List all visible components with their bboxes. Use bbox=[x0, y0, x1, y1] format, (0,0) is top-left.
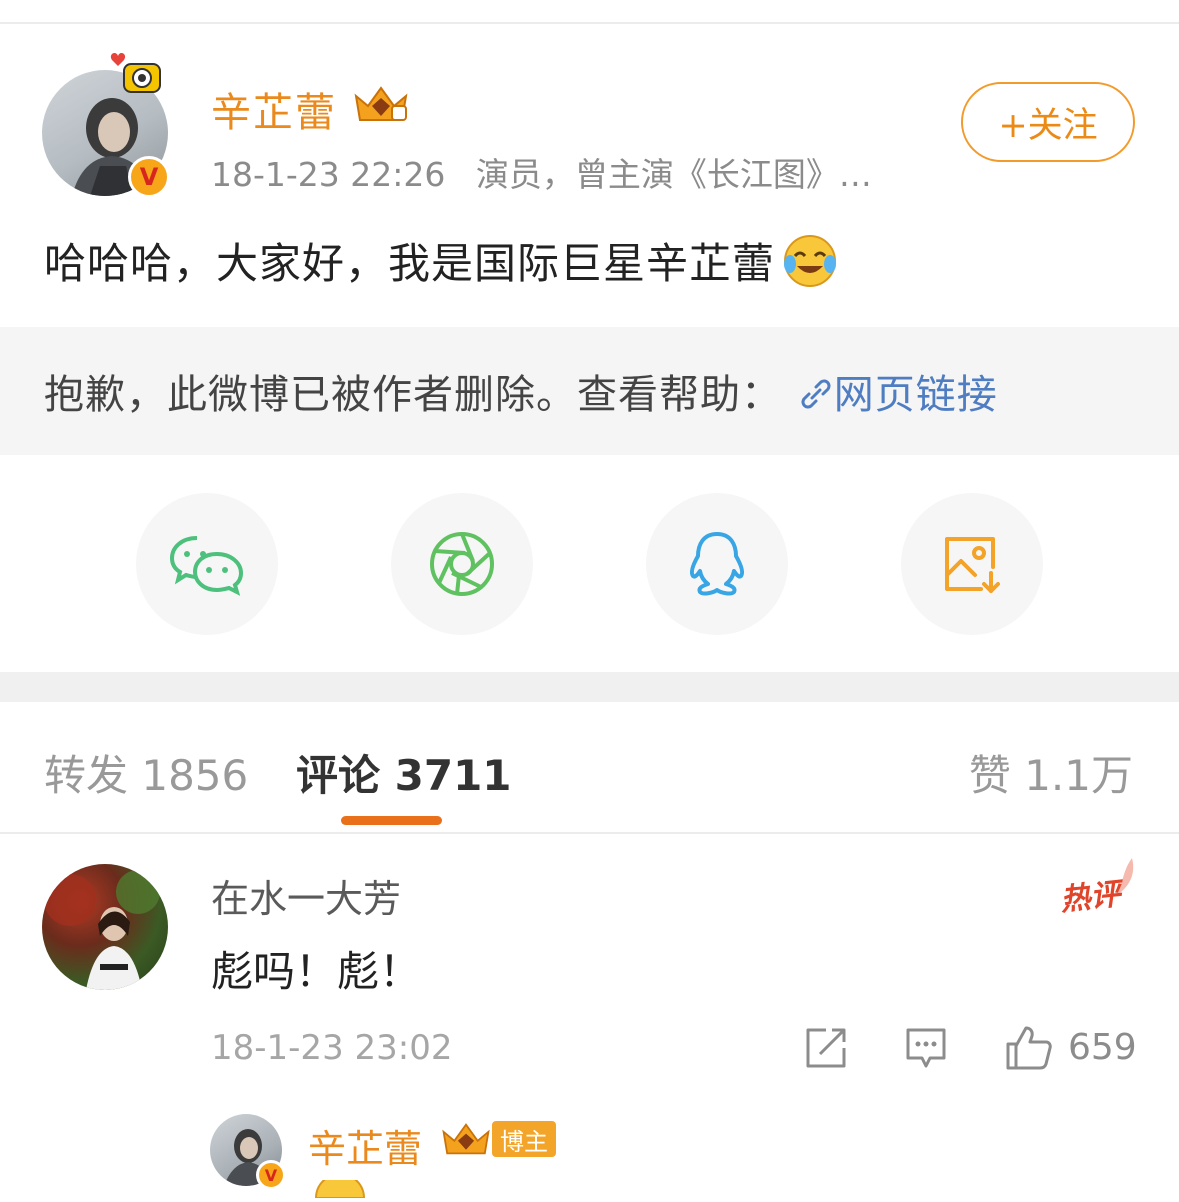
verified-badge: V bbox=[128, 156, 170, 198]
repost-icon bbox=[806, 1028, 846, 1068]
tab-comment[interactable]: 评论 3711 bbox=[296, 742, 512, 803]
web-link-label: 网页链接 bbox=[833, 372, 998, 418]
author-bio: 演员，曾主演《长江图》… bbox=[475, 155, 872, 194]
save-image-button[interactable] bbox=[901, 493, 1043, 635]
share-qq-button[interactable] bbox=[646, 493, 788, 635]
vip-crown-icon bbox=[352, 82, 410, 130]
qq-icon bbox=[689, 532, 745, 596]
like-comment-button[interactable]: 659 bbox=[1004, 1024, 1137, 1070]
deleted-text: 抱歉，此微博已被作者删除。查看帮助： bbox=[44, 372, 782, 418]
share-wechat-button[interactable] bbox=[136, 493, 278, 635]
commenter-name[interactable]: 在水一大芳 bbox=[211, 868, 401, 923]
post-meta: 18-1-23 22:26 演员，曾主演《长江图》… bbox=[211, 148, 872, 196]
reply-author-name[interactable]: 辛芷蕾 bbox=[308, 1118, 422, 1173]
commenter-avatar[interactable] bbox=[42, 864, 168, 990]
avatar-photo bbox=[44, 870, 160, 990]
author-name[interactable]: 辛芷蕾 bbox=[211, 80, 337, 138]
repost-comment-button[interactable] bbox=[804, 1026, 848, 1074]
tabs-divider bbox=[0, 832, 1179, 834]
camera-sticker-icon bbox=[106, 50, 162, 98]
hot-comment-badge: 热评 bbox=[1058, 856, 1138, 918]
link-icon bbox=[801, 379, 831, 409]
author-badge: 博主 bbox=[492, 1121, 556, 1157]
tab-like[interactable]: 赞 1.1万 bbox=[969, 742, 1133, 803]
wechat-icon bbox=[169, 536, 244, 596]
like-count: 659 bbox=[1068, 1026, 1137, 1068]
top-divider bbox=[0, 22, 1179, 24]
comment-text: 彪吗！彪！ bbox=[211, 947, 422, 996]
vip-crown-icon bbox=[442, 1123, 490, 1155]
web-link[interactable]: 网页链接 bbox=[796, 372, 998, 418]
reply-verified-badge: V bbox=[256, 1160, 286, 1190]
reply-comment-button[interactable] bbox=[904, 1026, 948, 1074]
reply-emoji-icon bbox=[314, 1173, 366, 1202]
tab-repost[interactable]: 转发 1856 bbox=[44, 742, 248, 803]
follow-button[interactable]: +关注 bbox=[961, 82, 1135, 162]
laugh-cry-emoji-icon bbox=[781, 232, 839, 290]
reply-author-badges: 博主 bbox=[440, 1118, 556, 1160]
post-content: 哈哈哈，大家好，我是国际巨星辛芷蕾 bbox=[44, 230, 839, 291]
active-tab-indicator bbox=[341, 816, 442, 825]
save-image-icon bbox=[945, 537, 1000, 593]
share-moments-button[interactable] bbox=[391, 493, 533, 635]
comment-time: 18-1-23 23:02 bbox=[211, 1028, 453, 1068]
post-text: 哈哈哈，大家好，我是国际巨星辛芷蕾 bbox=[44, 239, 776, 288]
thumbs-up-icon bbox=[1006, 1026, 1052, 1070]
moments-icon bbox=[430, 532, 494, 596]
post-time: 18-1-23 22:26 bbox=[211, 155, 446, 194]
deleted-message: 抱歉，此微博已被作者删除。查看帮助： 网页链接 bbox=[44, 362, 998, 420]
comment-icon bbox=[906, 1028, 946, 1068]
section-gap bbox=[0, 672, 1179, 702]
